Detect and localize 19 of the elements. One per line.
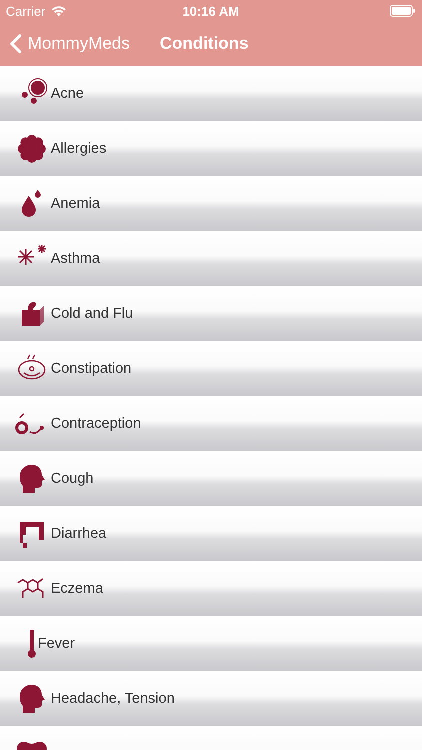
condition-label: Allergies xyxy=(51,141,107,157)
condition-label: Asthma xyxy=(51,251,100,267)
condition-label: Contraception xyxy=(51,416,142,432)
status-time: 10:16 AM xyxy=(182,4,240,18)
wifi-icon xyxy=(50,5,67,17)
chevron-left-icon xyxy=(10,34,22,54)
condition-label: Cold and Flu xyxy=(51,306,134,322)
condition-label: Fever xyxy=(38,636,76,652)
battery-icon xyxy=(390,5,416,17)
condition-label: Anemia xyxy=(51,196,100,212)
carrier-label: Carrier xyxy=(6,4,46,18)
condition-label: Diarrhea xyxy=(51,526,107,542)
condition-label: Cough xyxy=(51,471,94,487)
condition-label: Constipation xyxy=(51,361,132,377)
screen-title: Conditions xyxy=(160,34,249,54)
condition-label: Eczema xyxy=(51,581,104,597)
condition-label: Acne xyxy=(51,86,84,102)
thermometer-icon xyxy=(27,628,37,660)
condition-label: Headache, Tension xyxy=(51,691,175,707)
